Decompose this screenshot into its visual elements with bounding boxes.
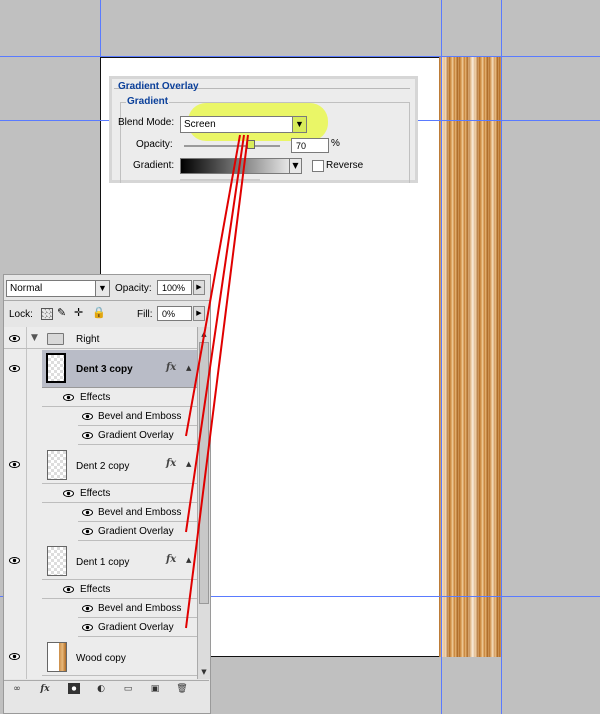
annotation-lines: [185, 134, 249, 629]
annotation-line: [185, 134, 245, 533]
annotation-line: [185, 134, 241, 437]
